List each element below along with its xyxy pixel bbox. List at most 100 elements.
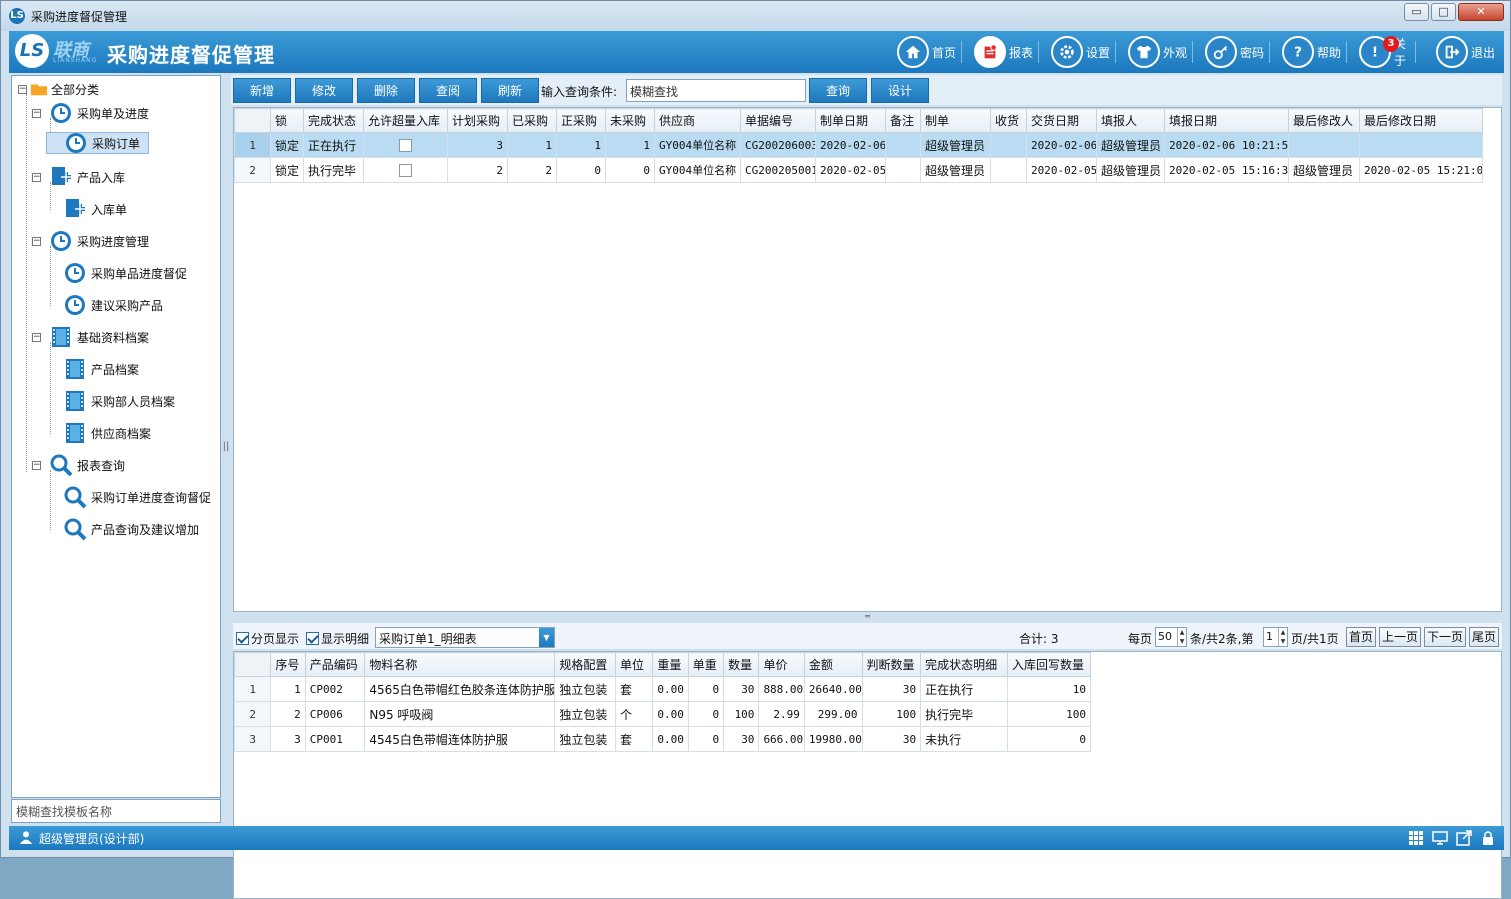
prev-page-button[interactable]: 上一页	[1379, 627, 1421, 647]
tree-item-product-inbound[interactable]: 产品入库	[48, 166, 125, 188]
column-header[interactable]: 收货	[990, 108, 1027, 133]
column-header[interactable]: 数量	[723, 652, 760, 677]
column-header[interactable]: 规格配置	[554, 652, 616, 677]
todo-cell: 1	[605, 132, 655, 158]
monitor-icon[interactable]	[1432, 830, 1448, 846]
tree-item-suggested-products[interactable]: 建议采购产品	[62, 294, 163, 316]
column-header[interactable]: 入库回写数量	[1007, 652, 1091, 677]
template-search-input[interactable]: 模糊查找模板名称	[11, 799, 221, 823]
horizontal-splitter[interactable]: ═	[233, 613, 1502, 622]
tree-toggle[interactable]: −	[32, 333, 41, 342]
nav-password[interactable]: 密码	[1205, 35, 1271, 69]
material-name-cell: 4545白色带帽连体防护服	[364, 726, 556, 752]
tree-toggle[interactable]: −	[18, 85, 27, 94]
minimize-button[interactable]: ▭	[1404, 3, 1429, 21]
column-header[interactable]: 已采购	[507, 108, 557, 133]
column-header[interactable]: 序号	[270, 652, 306, 677]
per-page-stepper[interactable]: 50 ▲ ▼	[1155, 627, 1187, 647]
column-header[interactable]: 单位	[614, 652, 654, 677]
tree-item-purchase-order[interactable]: 采购订单	[46, 132, 150, 154]
overquota-checkbox[interactable]	[399, 164, 412, 177]
nav-appearance[interactable]: 外观	[1128, 35, 1194, 69]
column-header[interactable]: 最后修改日期	[1359, 108, 1483, 133]
view-button[interactable]: 查阅	[419, 78, 477, 103]
lock-icon[interactable]	[1480, 830, 1496, 846]
column-header[interactable]: 供应商	[654, 108, 741, 133]
refresh-button[interactable]: 刷新	[481, 78, 539, 103]
tree-toggle[interactable]: −	[32, 109, 41, 118]
last-page-button[interactable]: 尾页	[1469, 627, 1499, 647]
column-header[interactable]: 计划采购	[447, 108, 508, 133]
column-header[interactable]: 制单	[920, 108, 991, 133]
nav-help[interactable]: ? 帮助	[1282, 35, 1348, 69]
page-stepper[interactable]: 1 ▲ ▼	[1263, 627, 1288, 647]
tree-item-inbound-sheet[interactable]: 入库单	[62, 198, 127, 220]
column-header[interactable]: 填报人	[1096, 108, 1165, 133]
next-page-button[interactable]: 下一页	[1424, 627, 1466, 647]
detail-checkbox[interactable]: 显示明细	[306, 630, 369, 647]
column-header[interactable]: 单价	[758, 652, 805, 677]
tree-item-purchase-orders-progress[interactable]: 采购单及进度	[48, 102, 149, 124]
query-input[interactable]: 模糊查找	[626, 79, 806, 102]
folder-icon	[30, 76, 48, 102]
paging-checkbox[interactable]: 分页显示	[236, 630, 299, 647]
maximize-button[interactable]: □	[1431, 3, 1456, 21]
tree-item-base-archives[interactable]: 基础资料档案	[48, 326, 149, 348]
tree-item-order-progress-query[interactable]: 采购订单进度查询督促	[62, 486, 211, 509]
detail-table-select[interactable]: 采购订单1_明细表 ▼	[375, 627, 555, 648]
tree-item-report-query[interactable]: 报表查询	[48, 454, 125, 477]
spin-arrows-icon[interactable]: ▲ ▼	[1177, 628, 1186, 646]
column-header[interactable]: 完成状态明细	[920, 652, 1009, 677]
column-header[interactable]: 金额	[803, 652, 863, 677]
overquota-checkbox[interactable]	[399, 139, 412, 152]
tree-item-staff-archive[interactable]: 采购部人员档案	[62, 390, 175, 412]
nav-settings[interactable]: 设置	[1051, 35, 1117, 69]
tree-item-product-query[interactable]: 产品查询及建议增加	[62, 518, 199, 541]
first-page-button[interactable]: 首页	[1346, 627, 1376, 647]
column-header[interactable]: 重量	[652, 652, 689, 677]
column-header[interactable]: 备注	[885, 108, 921, 133]
report-date-cell: 2020-02-06 10:21:55	[1164, 132, 1289, 158]
column-header[interactable]: 产品编码	[304, 652, 366, 677]
column-header[interactable]: 交货日期	[1026, 108, 1097, 133]
spin-arrows-icon[interactable]: ▲ ▼	[1278, 628, 1287, 646]
table-row[interactable]: 3 3 CP001 4545白色带帽连体防护服 独立包装 套 0.00 0 30…	[234, 726, 1091, 752]
column-header[interactable]: 最后修改人	[1288, 108, 1360, 133]
column-header[interactable]: 单据编号	[740, 108, 816, 133]
tree-toggle[interactable]: −	[32, 461, 41, 470]
tree-item-root[interactable]: 全部分类	[30, 78, 99, 100]
column-header[interactable]: 锁	[270, 108, 304, 133]
close-button[interactable]: ✕	[1458, 3, 1504, 21]
vertical-splitter[interactable]: ||	[222, 441, 230, 457]
column-header[interactable]: 正采购	[556, 108, 606, 133]
external-link-icon[interactable]	[1456, 830, 1472, 846]
nav-exit[interactable]: 退出	[1436, 35, 1495, 69]
table-row[interactable]: 1 1 CP002 4565白色带帽红色胶条连体防护服 独立包装 套 0.00 …	[234, 676, 1091, 702]
grid-icon[interactable]	[1408, 830, 1424, 846]
table-row[interactable]: 2 2 CP006 N95 呼吸阀 独立包装 个 0.00 0 100 2.99…	[234, 701, 1091, 727]
tree-item-product-archive[interactable]: 产品档案	[62, 358, 139, 380]
column-header[interactable]: 允许超量入库	[363, 108, 448, 133]
query-button[interactable]: 查询	[809, 78, 867, 103]
table-row[interactable]: 1 锁定 正在执行 3 1 1 1 GY004单位名称 CG200206003 …	[234, 132, 1483, 158]
table-row[interactable]: 2 锁定 执行完毕 2 2 0 0 GY004单位名称 CG200205001 …	[234, 157, 1483, 183]
nav-report[interactable]: 报表	[974, 35, 1040, 69]
delete-button[interactable]: 删除	[357, 78, 415, 103]
column-header[interactable]: 物料名称	[364, 652, 556, 677]
add-button[interactable]: 新增	[233, 78, 291, 103]
tree-toggle[interactable]: −	[32, 237, 41, 246]
tree-item-supplier-archive[interactable]: 供应商档案	[62, 422, 151, 444]
column-header[interactable]: 制单日期	[815, 108, 886, 133]
tree-toggle[interactable]: −	[32, 173, 41, 182]
column-header[interactable]: 未采购	[605, 108, 655, 133]
nav-about[interactable]: ! 3 关于	[1359, 35, 1416, 69]
edit-button[interactable]: 修改	[295, 78, 353, 103]
column-header[interactable]: 填报日期	[1164, 108, 1289, 133]
design-button[interactable]: 设计	[871, 78, 929, 103]
column-header[interactable]: 单重	[687, 652, 725, 677]
tree-item-progress-management[interactable]: 采购进度管理	[48, 230, 149, 252]
nav-home[interactable]: 首页	[897, 35, 963, 69]
column-header[interactable]: 完成状态	[303, 108, 364, 133]
tree-item-single-product-progress[interactable]: 采购单品进度督促	[62, 262, 187, 284]
column-header[interactable]: 判断数量	[861, 652, 922, 677]
